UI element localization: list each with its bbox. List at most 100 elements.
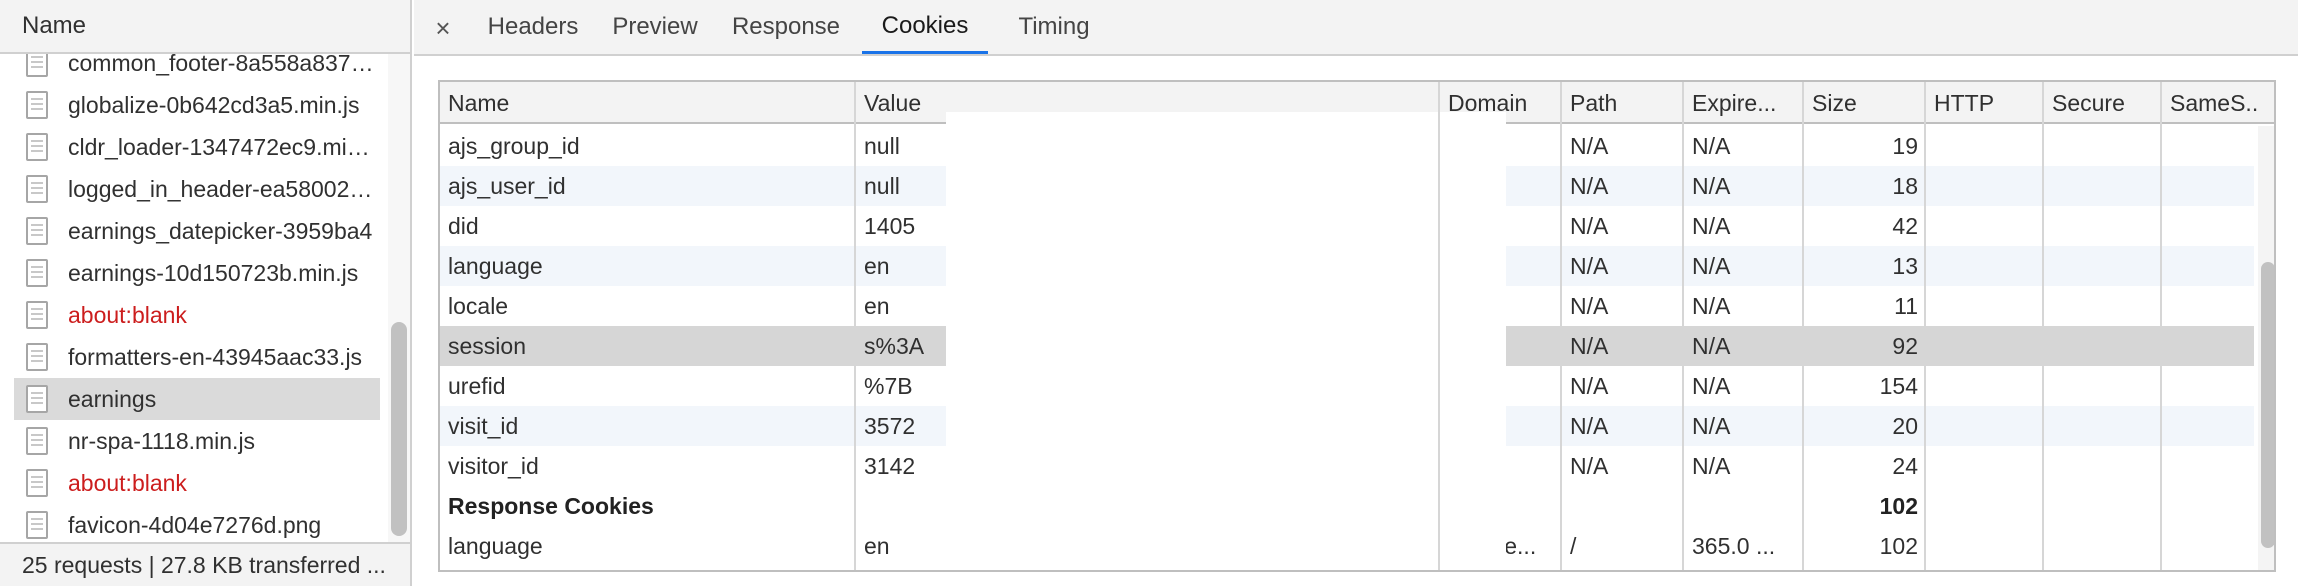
col-path-cell: N/A [1570,252,1609,279]
document-icon [26,343,48,371]
request-item-name: logged_in_header-ea5800205... [68,175,380,202]
col-name-cell: ajs_user_id [448,172,566,199]
col-path-cell: N/A [1570,412,1609,439]
col-secure-cell [2044,206,2162,246]
col-samesite-cell [2162,406,2258,446]
request-item[interactable]: cldr_loader-1347472ec9.min.js [14,126,380,168]
col-size-header[interactable]: Size [1804,82,1926,124]
col-size-cell: 13 [1892,252,1918,279]
column-divider[interactable] [1924,82,1926,570]
name-header-label: Name [22,12,87,39]
column-divider[interactable] [854,82,856,570]
request-list-scrollbar-thumb[interactable] [391,322,407,536]
request-item-name: earnings_datepicker-3959ba4 [68,217,373,244]
col-name-header[interactable]: Name [440,82,856,124]
tab-headers[interactable]: Headers [476,0,590,54]
col-path-cell: / [1570,532,1577,559]
request-item-name: about:blank [68,469,187,496]
col-size-cell: 92 [1892,332,1918,359]
tab-preview[interactable]: Preview [598,0,712,54]
request-item[interactable]: favicon-4d04e7276d.png [14,504,380,542]
request-item[interactable]: logged_in_header-ea5800205... [14,168,380,210]
col-samesite-cell [2162,126,2258,166]
col-samesite-cell [2162,366,2258,406]
request-item[interactable]: nr-spa-1118.min.js [14,420,380,462]
document-icon [26,385,48,413]
col-expires-cell: N/A [1692,292,1731,319]
col-secure-cell [2044,246,2162,286]
document-icon [26,301,48,329]
col-name-cell: ajs_group_id [448,132,580,159]
col-http-cell [1926,126,2044,166]
col-path-cell [1562,486,1684,526]
col-expires-cell: N/A [1692,172,1731,199]
col-http-cell [1926,526,2044,566]
column-divider[interactable] [1682,82,1684,570]
col-expires-cell [1684,486,1804,526]
col-http-cell [1926,206,2044,246]
tab-cookies[interactable]: Cookies [862,0,988,54]
col-path-header[interactable]: Path [1562,82,1684,124]
request-item[interactable]: about:blank [14,462,380,504]
col-path-cell: N/A [1570,212,1609,239]
request-item[interactable]: earnings-10d150723b.min.js [14,252,380,294]
col-http-header[interactable]: HTTP [1926,82,2044,124]
col-secure-header[interactable]: Secure [2044,82,2162,124]
close-icon[interactable]: × [428,8,458,48]
col-size-cell: 102 [1879,532,1918,559]
col-samesite-cell [2162,446,2258,486]
col-samesite-cell [2162,206,2258,246]
request-item[interactable]: earnings [14,378,380,420]
col-http-cell [1926,366,2044,406]
column-divider[interactable] [1438,82,1440,570]
col-expires-header[interactable]: Expire... [1684,82,1804,124]
col-size-cell: 24 [1892,452,1918,479]
col-http-cell [1926,286,2044,326]
col-size-cell: 42 [1892,212,1918,239]
request-item[interactable]: about:blank [14,294,380,336]
request-item-name: favicon-4d04e7276d.png [68,511,322,538]
request-item-name: earnings-10d150723b.min.js [68,259,359,286]
name-column-header[interactable]: Name [0,0,410,54]
column-divider[interactable] [2160,82,2162,570]
request-item-name: globalize-0b642cd3a5.min.js [68,91,360,118]
column-divider[interactable] [2042,82,2044,570]
detail-tabs-bar: × Headers Preview Response Cookies Timin… [414,0,2298,56]
col-secure-cell [2044,286,2162,326]
request-item-name: nr-spa-1118.min.js [68,427,256,454]
col-samesite-cell [2162,526,2258,566]
col-samesite-cell [2162,486,2258,526]
request-list-pane: Name common_footer-8a558a8370... globaliz… [0,0,412,586]
col-size-cell: 19 [1892,132,1918,159]
col-name-cell: locale [448,292,509,319]
col-http-cell [1926,326,2044,366]
document-icon [26,54,48,77]
col-samesite-header[interactable]: SameS... [2162,82,2258,124]
col-size-cell: 102 [1879,492,1918,519]
col-path-cell: N/A [1570,452,1609,479]
request-item[interactable]: earnings_datepicker-3959ba4 [14,210,380,252]
request-item[interactable]: formatters-en-43945aac33.js [14,336,380,378]
col-size-cell: 18 [1892,172,1918,199]
request-item[interactable]: common_footer-8a558a8370... [14,54,380,84]
column-divider[interactable] [1802,82,1804,570]
column-divider[interactable] [1560,82,1562,570]
tab-timing[interactable]: Timing [998,0,1110,54]
col-http-cell [1926,246,2044,286]
document-icon [26,427,48,455]
col-expires-cell: N/A [1692,332,1731,359]
col-samesite-cell [2162,246,2258,286]
col-name-cell: visit_id [448,412,519,439]
document-icon [26,217,48,245]
status-summary-text: 25 requests | 27.8 KB transferred ... [22,551,386,578]
col-expires-cell: N/A [1692,412,1731,439]
tab-response[interactable]: Response [720,0,852,54]
col-secure-cell [2044,406,2162,446]
col-secure-cell [2044,366,2162,406]
request-item-name: cldr_loader-1347472ec9.min.js [68,133,380,160]
col-http-cell [1926,406,2044,446]
col-path-cell: N/A [1570,332,1609,359]
request-item[interactable]: globalize-0b642cd3a5.min.js [14,84,380,126]
redacted-region [946,112,1506,558]
cookies-scrollbar-thumb[interactable] [2261,262,2274,548]
